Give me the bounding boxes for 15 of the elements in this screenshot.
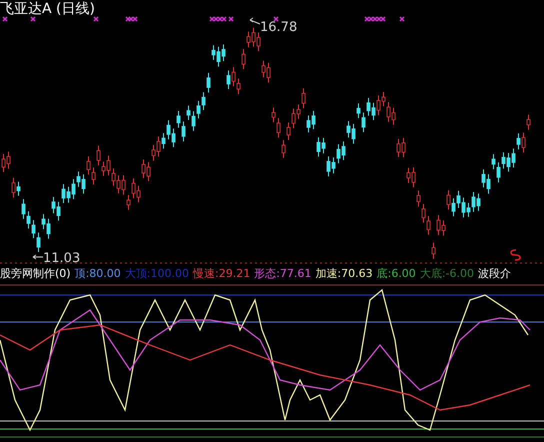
chart-title: 飞亚达A (日线)	[0, 0, 95, 19]
legend-item: 大底:-6.00	[420, 266, 474, 282]
legend-item: 波段介	[478, 266, 511, 282]
high-arrow-icon	[250, 18, 260, 24]
sell-signal-icon	[510, 249, 521, 261]
legend-item: 顶:80.00	[74, 266, 121, 282]
legend-item: 形态:77.61	[254, 266, 312, 282]
legend-item: 慢速:29.21	[193, 266, 250, 282]
legend-item: 大顶:100.00	[124, 266, 189, 282]
low-price-label: 11.03	[43, 250, 80, 268]
legend-item: 加速:70.63	[315, 266, 373, 282]
legend-item: 股旁网制作(0)	[0, 266, 71, 282]
high-price-label: 16.78	[260, 19, 298, 37]
legend-item: 底:6.00	[376, 266, 416, 282]
low-arrow-icon	[32, 254, 44, 260]
